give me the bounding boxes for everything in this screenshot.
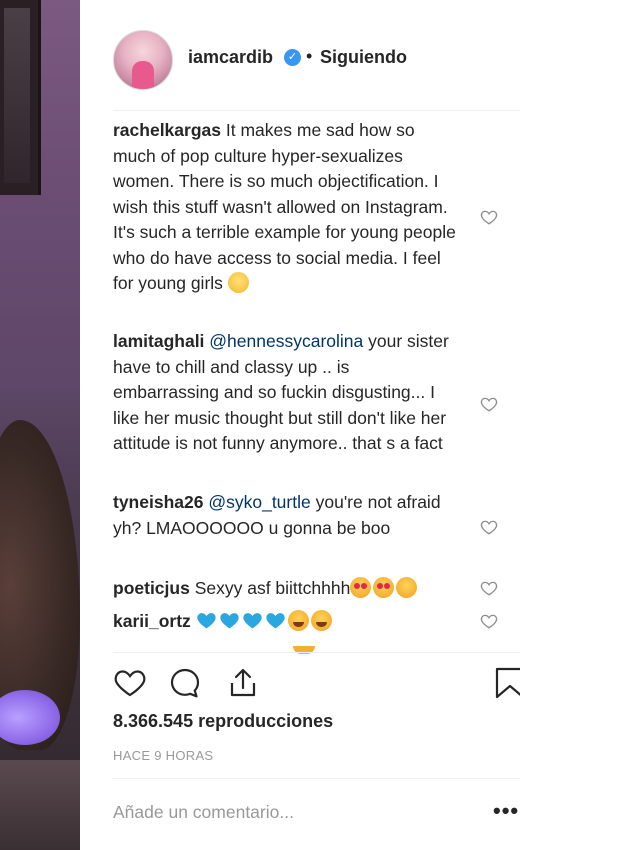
- more-options-icon[interactable]: •••: [493, 798, 519, 824]
- comment-username[interactable]: lamitaghali: [113, 331, 204, 351]
- header-username[interactable]: iamcardib: [188, 47, 273, 68]
- separator-dot: •: [306, 46, 313, 66]
- comment-item: lamitaghali @hennessycarolina your siste…: [113, 329, 458, 457]
- save-bookmark-icon[interactable]: [493, 666, 525, 700]
- view-count[interactable]: 8.366.545 reproducciones: [113, 711, 333, 732]
- post-side-panel: iamcardib ✓ • Siguiendo rachelkargas It …: [80, 0, 525, 850]
- comment-item: karii_ortz: [113, 609, 458, 635]
- comment-username[interactable]: rachelkargas: [113, 120, 221, 140]
- sad-face-emoji-icon: [227, 272, 249, 293]
- picture-frame: [0, 0, 41, 195]
- comment-like-heart-icon[interactable]: [480, 518, 498, 536]
- comment-text: Sexyy asf biittchhhh: [194, 578, 351, 598]
- verified-badge-icon: ✓: [284, 49, 301, 66]
- avatar[interactable]: [113, 30, 173, 90]
- comment-username[interactable]: karii_ortz: [113, 611, 191, 631]
- blue-heart-emoji-icon: [197, 613, 216, 629]
- tears-of-joy-emoji-icon: [287, 610, 309, 631]
- comment-item: tyneisha26 @syko_turtle you're not afrai…: [113, 490, 458, 541]
- heart-eyes-emoji-icon: [373, 577, 395, 598]
- yum-face-emoji-icon: [396, 577, 418, 598]
- comment-item: rachelkargas It makes me sad how so much…: [113, 118, 458, 297]
- add-comment-input[interactable]: [113, 802, 473, 823]
- comment-box-divider: [113, 778, 520, 779]
- comment-username[interactable]: poeticjus: [113, 578, 190, 598]
- comments-divider: [113, 652, 520, 653]
- comment-mention-link[interactable]: @syko_turtle: [208, 492, 310, 512]
- comment-item: poeticjus Sexyy asf biittchhhh: [113, 576, 458, 602]
- like-heart-icon[interactable]: [113, 666, 147, 700]
- post-media-image[interactable]: [0, 0, 80, 850]
- comment-like-heart-icon[interactable]: [480, 612, 498, 630]
- blue-heart-emoji-icon: [243, 613, 262, 629]
- post-header: iamcardib ✓ • Siguiendo: [80, 0, 520, 110]
- comment-like-heart-icon[interactable]: [480, 395, 498, 413]
- tears-of-joy-emoji-icon: [310, 610, 332, 631]
- heart-eyes-emoji-icon: [350, 577, 372, 598]
- comment-text: It makes me sad how so much of pop cultu…: [113, 120, 456, 293]
- comment-bubble-icon[interactable]: [168, 666, 202, 700]
- blue-heart-emoji-icon: [266, 613, 285, 629]
- comment-like-heart-icon[interactable]: [480, 208, 498, 226]
- post-action-bar: [80, 655, 525, 715]
- photo-sofa: [0, 760, 80, 850]
- blue-heart-emoji-icon: [220, 613, 239, 629]
- following-button[interactable]: Siguiendo: [320, 47, 407, 68]
- comment-like-heart-icon[interactable]: [480, 579, 498, 597]
- comment-mention-link[interactable]: @hennessycarolina: [209, 331, 363, 351]
- post-timestamp[interactable]: HACE 9 HORAS: [113, 748, 213, 763]
- comment-username[interactable]: tyneisha26: [113, 492, 203, 512]
- header-divider: [113, 110, 520, 111]
- right-page-background: [520, 0, 620, 850]
- share-upload-icon[interactable]: [226, 666, 260, 700]
